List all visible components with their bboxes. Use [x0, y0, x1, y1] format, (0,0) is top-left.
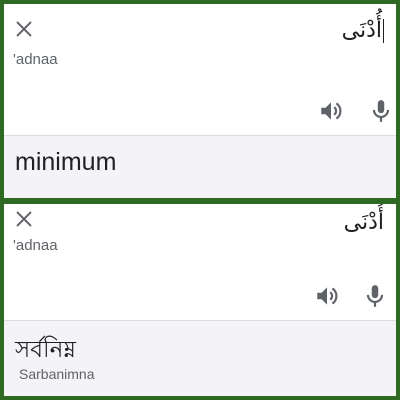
translation-result-area: সর্বনিম্ন Sarbanimna — [4, 321, 396, 396]
source-text-field[interactable]: أُدْنَى — [344, 210, 384, 236]
translation-text: minimum — [15, 148, 117, 176]
text-caret — [383, 19, 384, 43]
translation-card-top: أُدْنَى 'adnaa minimum — [4, 4, 396, 198]
translation-text: সর্বনিম্ন — [15, 337, 77, 363]
close-icon[interactable] — [13, 208, 35, 230]
source-transliteration: 'adnaa — [13, 237, 58, 254]
source-text: أُدْنَى — [343, 210, 384, 235]
source-input-area[interactable]: أُدْنَى 'adnaa — [4, 204, 396, 320]
mic-icon[interactable] — [368, 98, 394, 124]
translation-result-area: minimum — [4, 136, 396, 198]
speaker-icon[interactable] — [318, 98, 344, 124]
translation-card-bottom: أُدْنَى 'adnaa সর্বনিম্ন Sarbanimna — [4, 204, 396, 396]
mic-icon[interactable] — [362, 283, 388, 309]
source-text: أُدْنَى — [341, 18, 382, 43]
source-transliteration: 'adnaa — [13, 51, 58, 68]
speaker-icon[interactable] — [314, 283, 340, 309]
translation-transliteration: Sarbanimna — [19, 366, 95, 382]
source-input-area[interactable]: أُدْنَى 'adnaa — [4, 4, 396, 135]
close-icon[interactable] — [13, 18, 35, 40]
source-text-field[interactable]: أُدْنَى — [342, 18, 384, 44]
